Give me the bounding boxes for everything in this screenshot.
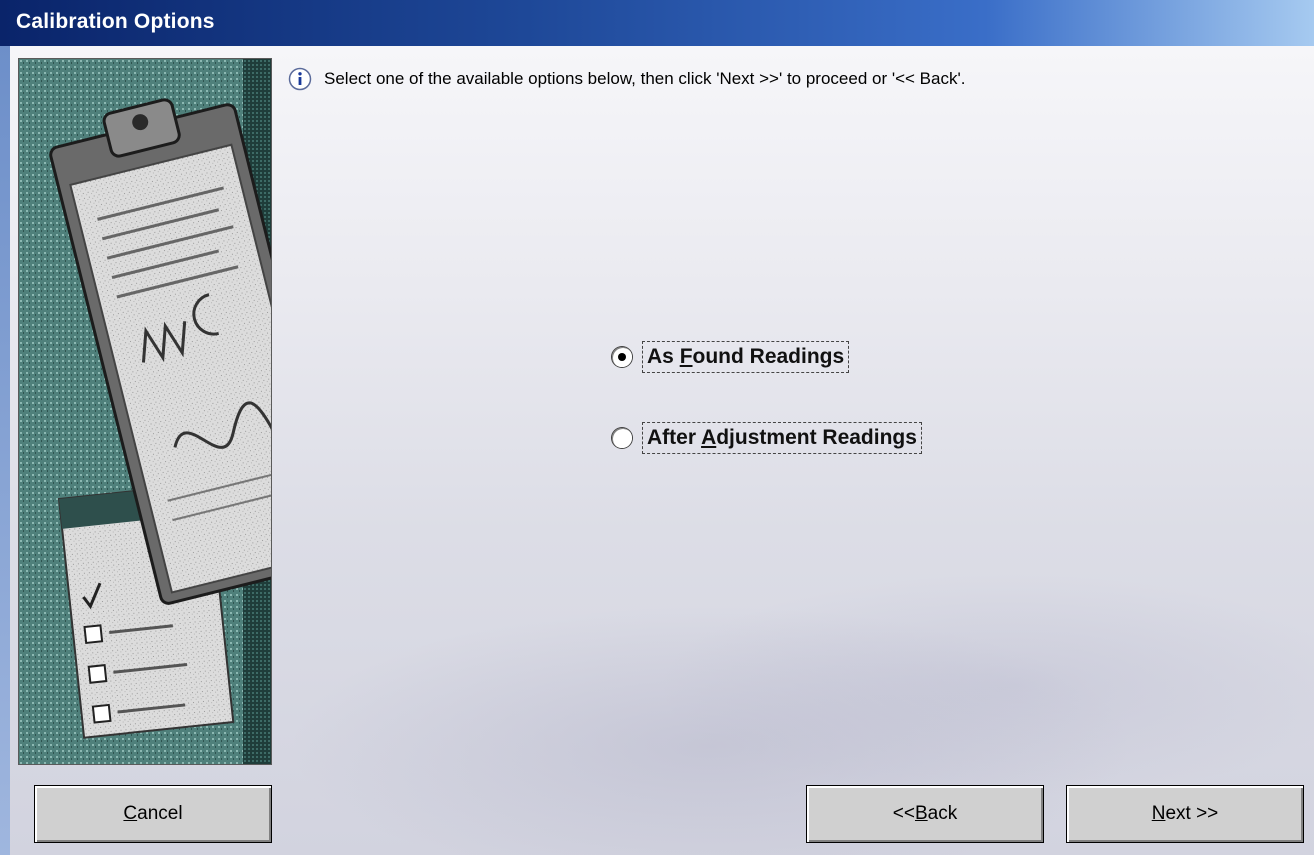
- radio-label-after-adjustment[interactable]: After Adjustment Readings: [642, 422, 922, 454]
- title-bar[interactable]: Calibration Options: [0, 0, 1314, 46]
- clipboard-illustration: [18, 58, 272, 765]
- option-as-found-readings[interactable]: As Found Readings: [612, 341, 850, 373]
- radio-after-adjustment[interactable]: [612, 428, 632, 448]
- window-left-border: [0, 46, 10, 855]
- back-button[interactable]: << Back: [806, 785, 1044, 843]
- next-button[interactable]: Next >>: [1066, 785, 1304, 843]
- option-after-adjustment-readings[interactable]: After Adjustment Readings: [612, 422, 922, 454]
- instruction-text: Select one of the available options belo…: [324, 69, 966, 88]
- radio-as-found[interactable]: [612, 347, 632, 367]
- radio-label-as-found[interactable]: As Found Readings: [642, 341, 850, 373]
- instruction-row: Select one of the available options belo…: [288, 62, 965, 96]
- window-title: Calibration Options: [16, 10, 215, 33]
- cancel-button[interactable]: Cancel: [34, 785, 272, 843]
- info-icon: [288, 67, 312, 91]
- calibration-options-window: Calibration Options Select one of the av…: [0, 0, 1314, 855]
